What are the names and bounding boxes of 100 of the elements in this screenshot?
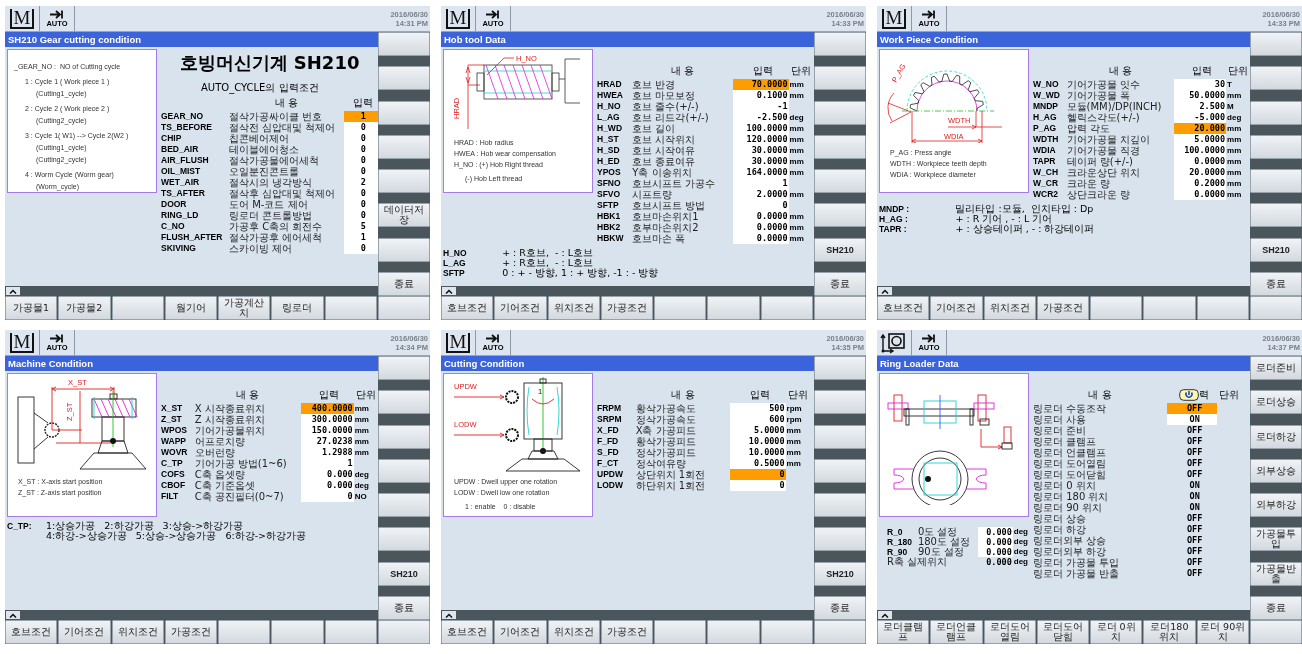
softkey-button[interactable]: 종료 <box>1250 271 1302 296</box>
softkey-button[interactable]: 웜기어 <box>164 296 217 320</box>
parameter-value[interactable]: 0 <box>343 210 378 221</box>
softkey-button[interactable]: 위치조건 <box>983 296 1036 320</box>
softkey-button[interactable]: 기어조건 <box>494 296 547 320</box>
parameter-value[interactable]: 0.000 <box>977 547 1013 557</box>
parameter-value[interactable]: -1 <box>733 101 789 112</box>
parameter-value[interactable]: 1 <box>343 232 378 243</box>
softkey-button[interactable] <box>814 458 866 483</box>
parameter-value[interactable]: 0.000 <box>977 537 1013 547</box>
softkey-button[interactable] <box>378 527 430 552</box>
softkey-button[interactable]: 가공물1 <box>5 296 58 320</box>
parameter-value[interactable]: OFF <box>1166 403 1218 414</box>
parameter-value[interactable]: 20.0000 <box>1174 167 1227 178</box>
scroll-up-button[interactable] <box>6 287 20 295</box>
softkey-button[interactable] <box>1249 620 1302 644</box>
softkey-button[interactable] <box>654 296 707 320</box>
softkey-button[interactable] <box>378 66 430 91</box>
softkey-button[interactable] <box>377 620 430 644</box>
softkey-button[interactable]: SH210 <box>378 561 430 586</box>
parameter-value[interactable]: 600 <box>730 414 786 425</box>
softkey-button[interactable] <box>111 296 164 320</box>
softkey-button[interactable] <box>378 100 430 125</box>
softkey-button[interactable]: 가공물투입 <box>1250 527 1302 552</box>
scroll-up-button[interactable] <box>442 611 456 619</box>
softkey-button[interactable] <box>814 203 866 228</box>
softkey-button[interactable]: 로더도어열림 <box>983 620 1036 644</box>
softkey-button[interactable]: 위치조건 <box>547 296 600 320</box>
softkey-button[interactable]: 기어조건 <box>58 620 111 644</box>
softkey-button[interactable] <box>814 424 866 449</box>
softkey-button[interactable]: 위치조건 <box>111 620 164 644</box>
softkey-button[interactable]: 로더준비 <box>1250 356 1302 380</box>
parameter-value[interactable]: 400.0000 <box>300 403 354 414</box>
softkey-button[interactable]: 종료 <box>1250 595 1302 620</box>
parameter-value[interactable]: 1 <box>733 178 789 189</box>
softkey-button[interactable] <box>1250 203 1302 228</box>
parameter-value[interactable]: 0 <box>300 491 354 502</box>
parameter-value[interactable]: 10.0000 <box>730 447 786 458</box>
parameter-value[interactable]: 120.0000 <box>733 134 789 145</box>
parameter-value[interactable]: -5.000 <box>1174 112 1227 123</box>
parameter-value[interactable]: 100.0000 <box>1174 145 1227 156</box>
parameter-value[interactable]: 2 <box>343 177 378 188</box>
softkey-button[interactable]: SH210 <box>814 561 866 586</box>
parameter-value[interactable]: 0.0000 <box>1174 156 1227 167</box>
softkey-button[interactable]: 종료 <box>378 271 430 296</box>
softkey-button[interactable] <box>813 620 866 644</box>
parameter-value[interactable]: 2.0000 <box>733 189 789 200</box>
softkey-button[interactable] <box>654 620 707 644</box>
parameter-value[interactable]: 0 <box>343 166 378 177</box>
parameter-value[interactable]: 0 <box>343 199 378 210</box>
scroll-up-button[interactable] <box>442 287 456 295</box>
parameter-value[interactable]: -2.500 <box>733 112 789 123</box>
softkey-button[interactable] <box>377 296 430 320</box>
parameter-value[interactable]: 27.0238 <box>300 436 354 447</box>
softkey-button[interactable] <box>1250 100 1302 125</box>
softkey-button[interactable] <box>1196 296 1249 320</box>
parameter-value[interactable]: 0 <box>730 469 786 480</box>
parameter-value[interactable]: 0 <box>733 200 789 211</box>
scroll-up-button[interactable] <box>878 611 892 619</box>
softkey-button[interactable] <box>1090 296 1143 320</box>
softkey-button[interactable]: 가공계산치 <box>218 296 271 320</box>
softkey-button[interactable] <box>1250 169 1302 194</box>
softkey-button[interactable]: 가공물2 <box>58 296 111 320</box>
softkey-button[interactable] <box>814 527 866 552</box>
softkey-button[interactable] <box>814 390 866 415</box>
parameter-value[interactable]: ON <box>1166 414 1218 425</box>
softkey-button[interactable]: 호브조건 <box>877 296 930 320</box>
parameter-value[interactable]: 1 <box>343 111 378 122</box>
softkey-button[interactable] <box>324 296 377 320</box>
softkey-button[interactable]: 호브조건 <box>441 296 494 320</box>
softkey-button[interactable]: 가공조건 <box>164 620 217 644</box>
softkey-button[interactable] <box>1249 296 1302 320</box>
parameter-value[interactable]: 2.500 <box>1174 101 1227 112</box>
softkey-button[interactable]: 외부하강 <box>1250 493 1302 518</box>
softkey-button[interactable] <box>813 296 866 320</box>
softkey-button[interactable]: 가공물반출 <box>1250 561 1302 586</box>
softkey-button[interactable]: SH210 <box>1250 237 1302 262</box>
softkey-button[interactable]: 위치조건 <box>547 620 600 644</box>
parameter-value[interactable]: 150.0000 <box>300 425 354 436</box>
softkey-button[interactable]: 종료 <box>814 595 866 620</box>
parameter-value[interactable]: 0.000 <box>300 480 354 491</box>
parameter-value[interactable]: 10.0000 <box>730 436 786 447</box>
parameter-value[interactable]: 0 <box>343 188 378 199</box>
softkey-button[interactable]: 로더180위치 <box>1143 620 1196 644</box>
parameter-value[interactable]: 30.0000 <box>733 156 789 167</box>
softkey-button[interactable] <box>814 134 866 159</box>
softkey-button[interactable] <box>1250 134 1302 159</box>
softkey-button[interactable] <box>378 458 430 483</box>
parameter-value[interactable]: 0.000 <box>977 527 1013 537</box>
softkey-button[interactable] <box>1250 66 1302 91</box>
softkey-button[interactable] <box>814 169 866 194</box>
softkey-button[interactable] <box>218 620 271 644</box>
softkey-button[interactable]: 로더 90위치 <box>1196 620 1249 644</box>
softkey-button[interactable]: 로더 0위치 <box>1090 620 1143 644</box>
parameter-value[interactable]: 0.0000 <box>1174 189 1227 200</box>
softkey-button[interactable]: 로더언클램프 <box>930 620 983 644</box>
parameter-value[interactable]: 0.000 <box>300 469 354 480</box>
softkey-button[interactable]: 종료 <box>814 271 866 296</box>
parameter-value[interactable]: 1 <box>300 458 354 469</box>
parameter-value[interactable]: 0.1000 <box>733 90 789 101</box>
